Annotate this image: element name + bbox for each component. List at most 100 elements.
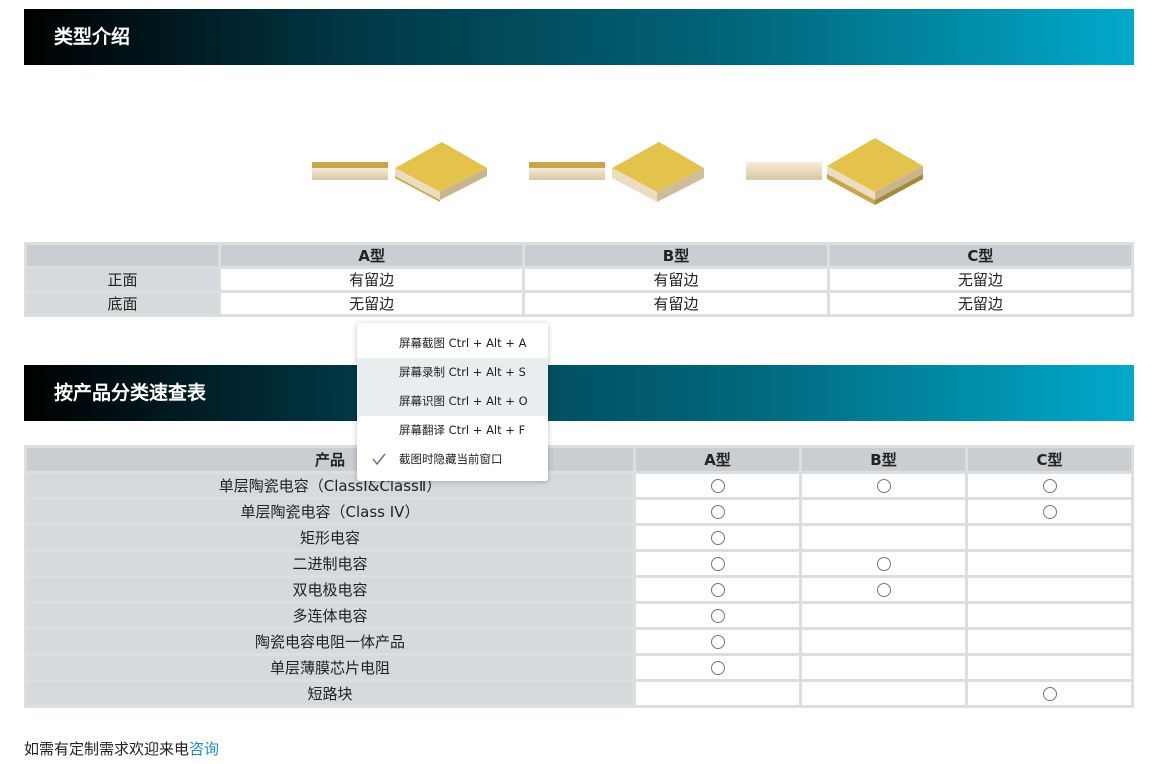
table-header-cell: C型 bbox=[965, 445, 1134, 474]
compat-cell bbox=[633, 627, 802, 656]
menu-item-label: 屏幕识图 Ctrl + Alt + O bbox=[399, 394, 528, 408]
table-header-row: A型 B型 C型 bbox=[24, 242, 1135, 269]
circle-icon bbox=[710, 557, 725, 571]
circle-icon bbox=[876, 479, 891, 493]
product-name: 多连体电容 bbox=[24, 601, 636, 630]
table-row: 双电极电容 bbox=[24, 575, 1134, 604]
compat-cell bbox=[799, 679, 968, 708]
table-header-cell: C型 bbox=[826, 242, 1135, 269]
checkmark-icon bbox=[372, 453, 386, 466]
table-cell: 无留边 bbox=[826, 290, 1135, 317]
circle-icon bbox=[710, 479, 725, 493]
table-row: 二进制电容 bbox=[24, 549, 1134, 578]
table-header-cell: A型 bbox=[633, 445, 802, 474]
compat-cell bbox=[799, 549, 968, 578]
chip-a-image bbox=[312, 142, 487, 202]
product-name: 短路块 bbox=[24, 679, 636, 708]
compat-cell bbox=[633, 653, 802, 682]
circle-icon bbox=[710, 583, 725, 597]
compat-cell bbox=[633, 523, 802, 552]
section-banner-types: 类型介绍 bbox=[24, 9, 1134, 65]
menu-item-screen-ocr[interactable]: 屏幕识图 Ctrl + Alt + O bbox=[357, 387, 548, 416]
table-cell: 有留边 bbox=[522, 266, 830, 293]
menu-item-label: 屏幕录制 Ctrl + Alt + S bbox=[399, 365, 526, 379]
menu-item-label: 屏幕翻译 Ctrl + Alt + F bbox=[399, 423, 526, 437]
circle-icon bbox=[1042, 479, 1057, 493]
table-row: 底面 无留边 有留边 无留边 bbox=[24, 290, 1135, 317]
compat-cell bbox=[965, 679, 1134, 708]
product-name: 单层陶瓷电容（Class IV） bbox=[24, 497, 636, 526]
table-row: 正面 有留边 有留边 无留边 bbox=[24, 266, 1135, 293]
footer-note: 如需有定制需求欢迎来电咨询 bbox=[24, 738, 219, 759]
compat-cell bbox=[965, 471, 1134, 500]
product-table: 产品 A型 B型 C型 单层陶瓷电容（ClassⅠ&ClassⅡ） 单层陶瓷电容（… bbox=[24, 445, 1134, 708]
table-row: 短路块 bbox=[24, 679, 1134, 708]
compat-cell bbox=[633, 497, 802, 526]
menu-item-screenshot[interactable]: 屏幕截图 Ctrl + Alt + A bbox=[357, 329, 548, 358]
compat-cell bbox=[965, 601, 1134, 630]
circle-icon bbox=[876, 557, 891, 571]
compat-cell bbox=[965, 549, 1134, 578]
compat-cell bbox=[799, 627, 968, 656]
table-row: 陶瓷电容电阻一体产品 bbox=[24, 627, 1134, 656]
compat-cell bbox=[799, 523, 968, 552]
compat-cell bbox=[965, 523, 1134, 552]
compat-cell bbox=[965, 497, 1134, 526]
consult-link[interactable]: 咨询 bbox=[189, 740, 219, 758]
menu-item-hide-window[interactable]: 截图时隐藏当前窗口 bbox=[357, 445, 548, 474]
compat-cell bbox=[633, 601, 802, 630]
compat-cell bbox=[965, 575, 1134, 604]
type-table: A型 B型 C型 正面 有留边 有留边 无留边 底面 无留边 有留边 无留边 bbox=[24, 242, 1135, 317]
table-row: 矩形电容 bbox=[24, 523, 1134, 552]
compat-cell bbox=[799, 601, 968, 630]
compat-cell bbox=[633, 549, 802, 578]
menu-item-label: 屏幕截图 Ctrl + Alt + A bbox=[399, 336, 527, 350]
menu-item-screen-record[interactable]: 屏幕录制 Ctrl + Alt + S bbox=[357, 358, 548, 387]
table-row: 单层陶瓷电容（ClassⅠ&ClassⅡ） bbox=[24, 471, 1134, 500]
compat-cell bbox=[633, 575, 802, 604]
table-row: 多连体电容 bbox=[24, 601, 1134, 630]
table-cell: 无留边 bbox=[217, 290, 526, 317]
circle-icon bbox=[710, 609, 725, 623]
compat-cell bbox=[799, 497, 968, 526]
section-banner-products: 按产品分类速查表 bbox=[24, 365, 1134, 421]
table-header-cell bbox=[24, 242, 221, 269]
row-label: 正面 bbox=[24, 266, 221, 293]
row-label: 底面 bbox=[24, 290, 221, 317]
chip-c-image bbox=[746, 138, 923, 205]
section-title: 类型介绍 bbox=[54, 26, 131, 48]
table-header-cell: A型 bbox=[217, 242, 526, 269]
table-cell: 无留边 bbox=[826, 266, 1135, 293]
circle-icon bbox=[710, 661, 725, 675]
circle-icon bbox=[710, 635, 725, 649]
footer-text: 如需有定制需求欢迎来电 bbox=[24, 740, 190, 758]
chip-b-image bbox=[529, 142, 704, 202]
table-header-cell: B型 bbox=[799, 445, 968, 474]
menu-item-label: 截图时隐藏当前窗口 bbox=[399, 452, 503, 466]
circle-icon bbox=[710, 505, 725, 519]
table-row: 单层薄膜芯片电阻 bbox=[24, 653, 1134, 682]
compat-cell bbox=[965, 653, 1134, 682]
circle-icon bbox=[710, 531, 725, 545]
circle-icon bbox=[876, 583, 891, 597]
compat-cell bbox=[965, 627, 1134, 656]
compat-cell bbox=[633, 679, 802, 708]
section-title: 按产品分类速查表 bbox=[54, 382, 207, 404]
compat-cell bbox=[799, 575, 968, 604]
context-menu: 屏幕截图 Ctrl + Alt + A 屏幕录制 Ctrl + Alt + S … bbox=[357, 323, 548, 481]
product-name: 陶瓷电容电阻一体产品 bbox=[24, 627, 636, 656]
table-row: 单层陶瓷电容（Class IV） bbox=[24, 497, 1134, 526]
menu-item-screen-translate[interactable]: 屏幕翻译 Ctrl + Alt + F bbox=[357, 416, 548, 445]
table-header-row: 产品 A型 B型 C型 bbox=[24, 445, 1134, 474]
product-name: 单层薄膜芯片电阻 bbox=[24, 653, 636, 682]
compat-cell bbox=[799, 471, 968, 500]
circle-icon bbox=[1042, 687, 1057, 701]
product-name: 二进制电容 bbox=[24, 549, 636, 578]
compat-cell bbox=[799, 653, 968, 682]
table-cell: 有留边 bbox=[217, 266, 526, 293]
product-name: 矩形电容 bbox=[24, 523, 636, 552]
table-header-cell: B型 bbox=[522, 242, 830, 269]
product-name: 双电极电容 bbox=[24, 575, 636, 604]
circle-icon bbox=[1042, 505, 1057, 519]
table-cell: 有留边 bbox=[522, 290, 830, 317]
